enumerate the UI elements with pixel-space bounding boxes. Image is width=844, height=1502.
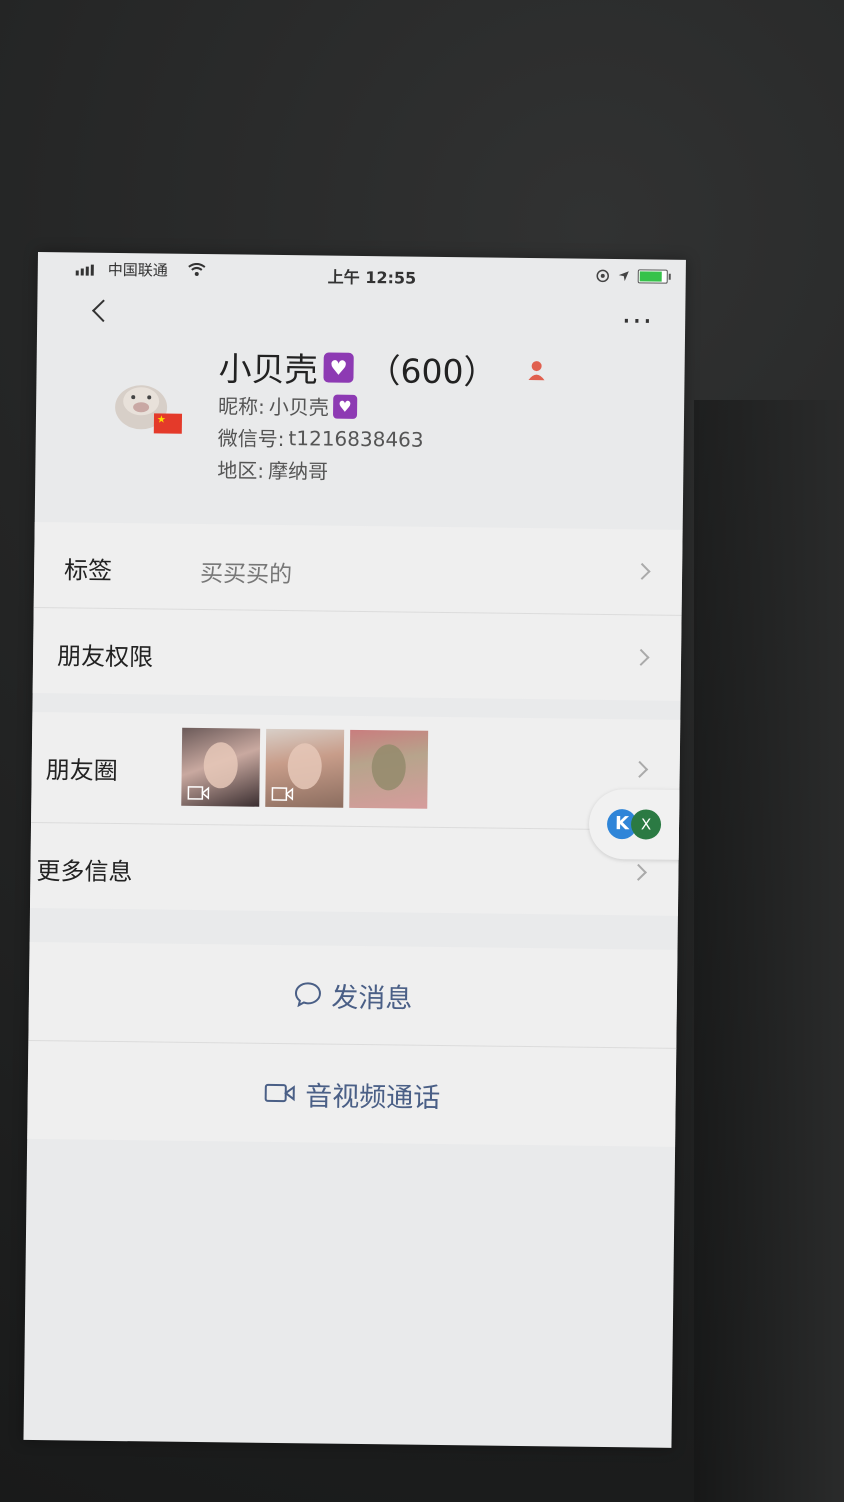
chevron-right-icon <box>631 760 649 778</box>
moment-thumbnail[interactable] <box>181 727 261 807</box>
flag-icon <box>153 413 183 434</box>
phone-screen: 中国联通 上午 12:55 ··· ★ 小贝壳 ♥ （600） 昵称: 小贝壳 … <box>23 252 686 1448</box>
table-shadow <box>694 400 844 1502</box>
moments-row[interactable]: 朋友圈 <box>31 711 681 831</box>
wechat-id-row: 微信号: t1216838463 <box>218 422 424 454</box>
nickname-row: 昵称: 小贝壳 ♥ <box>217 390 358 421</box>
permissions-row[interactable]: 朋友权限 <box>33 608 682 701</box>
more-icon[interactable]: ··· <box>621 304 653 339</box>
x-app-icon: X <box>630 809 662 840</box>
send-message-label: 发消息 <box>331 982 413 1015</box>
back-icon[interactable] <box>91 299 115 323</box>
moment-photo <box>287 743 323 790</box>
region-value: 摩纳哥 <box>267 458 329 484</box>
region-label: 地区: <box>217 458 265 483</box>
nickname-value: 小贝壳 <box>268 394 330 420</box>
chevron-right-icon <box>632 648 650 666</box>
send-message-button[interactable]: 发消息 <box>28 942 677 1048</box>
moment-thumbnail[interactable] <box>349 729 429 809</box>
profile-header: 小贝壳 ♥ （600） 昵称: 小贝壳 ♥ 微信号: t1216838463 地… <box>35 340 685 508</box>
nav-bar: ··· <box>37 288 686 346</box>
video-call-button[interactable]: 音视频通话 <box>27 1039 677 1147</box>
region-row: 地区: 摩纳哥 <box>217 454 328 484</box>
battery-icon <box>637 269 668 284</box>
moment-photo <box>203 742 239 789</box>
more-info-row[interactable]: 更多信息 <box>30 823 679 916</box>
photo-background: 中国联通 上午 12:55 ··· ★ 小贝壳 ♥ （600） 昵称: 小贝壳 … <box>0 0 844 1502</box>
rotation-lock-icon <box>596 269 610 283</box>
settings-group: 标签 买买买的 朋友权限 <box>32 521 683 701</box>
tags-value: 买买买的 <box>199 561 293 589</box>
video-call-label: 音视频通话 <box>305 1080 441 1114</box>
tags-label: 标签 <box>63 556 113 585</box>
carrier-label: 中国联通 <box>107 260 168 280</box>
wechat-id-label: 微信号: <box>217 426 285 452</box>
name-count: （600） <box>367 351 497 392</box>
permissions-label: 朋友权限 <box>56 642 154 672</box>
chevron-right-icon <box>633 562 651 580</box>
wechat-id-value[interactable]: t1216838463 <box>288 426 423 452</box>
location-icon <box>618 271 629 282</box>
nickname-label: 昵称: <box>217 394 266 419</box>
heart-icon: ♥ <box>323 352 354 383</box>
heart-icon: ♥ <box>332 394 358 419</box>
floating-window-button[interactable]: K X <box>588 788 686 861</box>
video-icon <box>264 1083 295 1103</box>
actions-group: 发消息 音视频通话 <box>27 941 678 1147</box>
moments-thumbnails <box>181 727 429 809</box>
video-icon <box>271 787 294 801</box>
moments-label: 朋友圈 <box>45 756 118 786</box>
female-icon <box>528 361 545 381</box>
display-name-row: 小贝壳 ♥ （600） <box>218 342 547 394</box>
status-right <box>596 269 668 284</box>
chevron-right-icon <box>629 863 647 881</box>
video-icon <box>187 786 210 800</box>
more-info-label: 更多信息 <box>36 857 133 887</box>
wifi-icon <box>188 262 206 276</box>
status-time: 上午 12:55 <box>327 267 417 288</box>
moment-thumbnail[interactable] <box>265 728 345 808</box>
moment-photo <box>371 744 407 791</box>
tags-row[interactable]: 标签 买买买的 <box>33 521 683 616</box>
signal-icon <box>75 264 94 276</box>
chat-bubble-icon <box>294 982 321 1008</box>
moments-group: 朋友圈 更多信息 <box>29 711 681 916</box>
display-name: 小贝壳 <box>218 349 318 390</box>
